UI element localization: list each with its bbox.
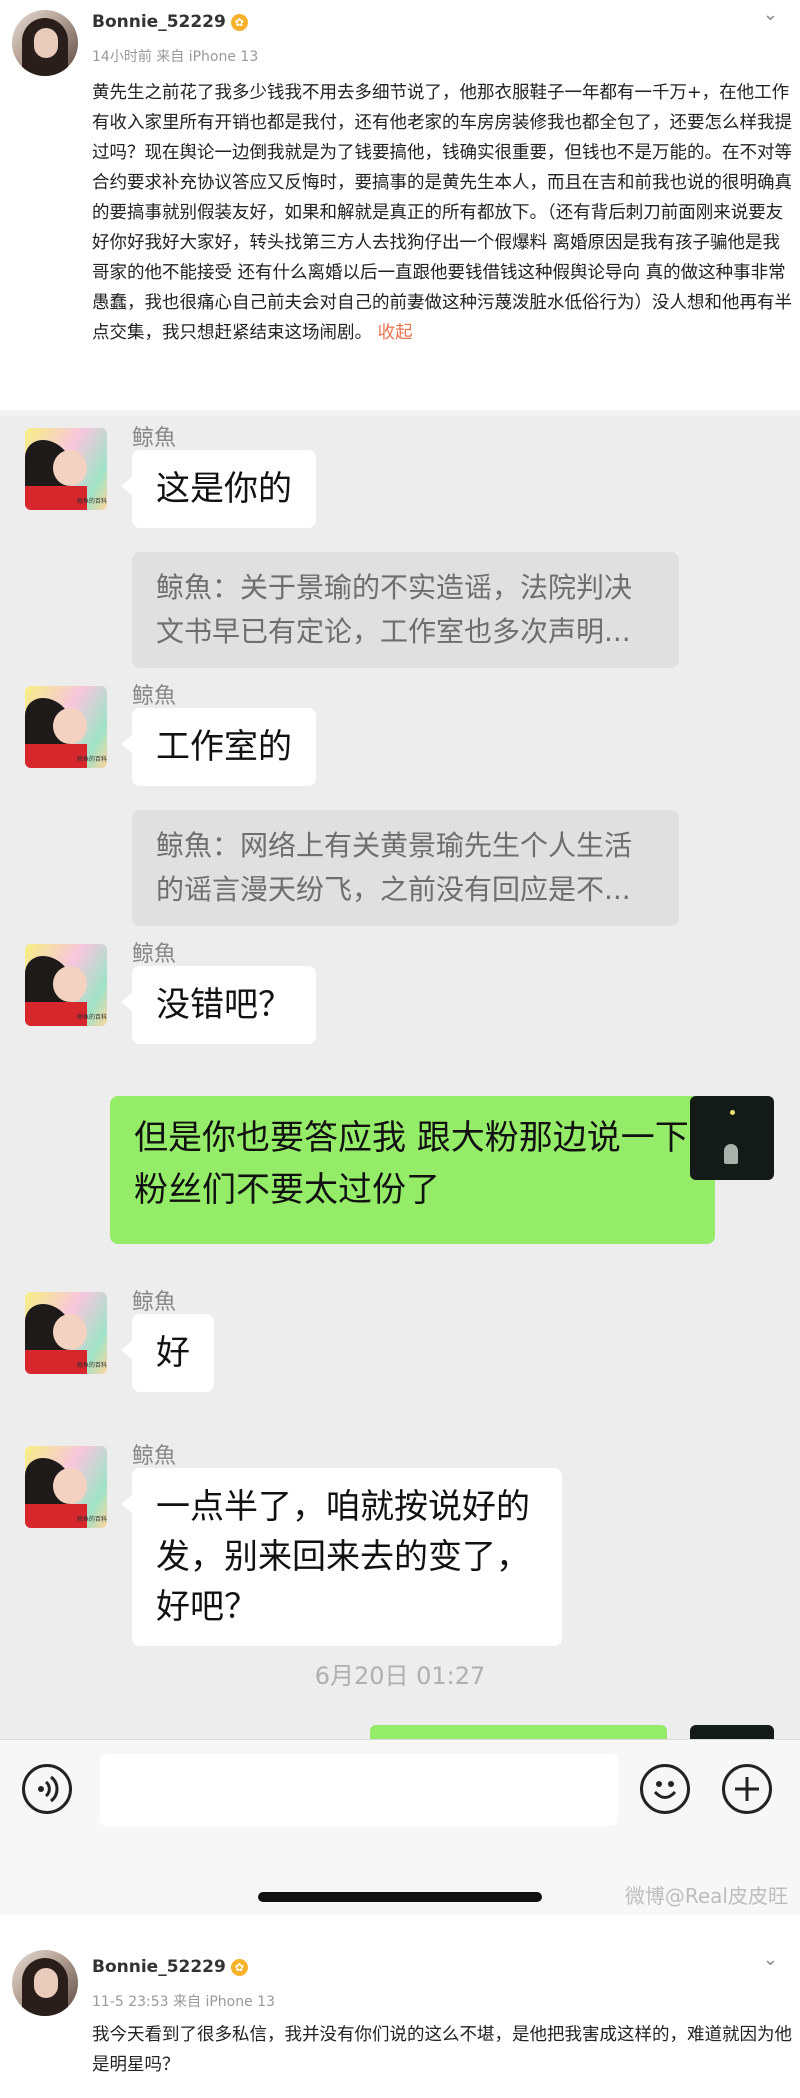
username-text[interactable]: Bonnie_52229 [92,12,226,32]
chat-screenshot: 鲸鱼的百科 鲸魚 这是你的 鲸魚：关于景瑜的不实造谣，法院判决文书早已有定论，工… [0,410,800,1915]
partial-avatar [690,1725,774,1739]
chevron-down-icon[interactable]: ⌄ [763,4,778,25]
username-text[interactable]: Bonnie_52229 [92,1957,226,1977]
watermark: 微博@Real皮皮旺 [624,1884,788,1908]
my-avatar[interactable] [690,1096,774,1180]
home-indicator[interactable] [258,1892,542,1902]
collapse-link[interactable]: 收起 [378,323,413,343]
vip-badge-icon: ✿ [230,14,248,31]
avatar-caption: 鲸鱼的百科 [77,756,107,763]
chat-input-bar [0,1739,800,1840]
contact-avatar[interactable]: 鲸鱼的百科 [25,686,107,768]
avatar-caption: 鲸鱼的百科 [77,1362,107,1369]
avatar-caption: 鲸鱼的百科 [77,498,107,505]
message-bubble[interactable]: 没错吧？ [121,966,316,1044]
username[interactable]: Bonnie_52229 ✿ [92,12,248,32]
chat-timestamp: 6月20日 01:27 [314,1662,486,1690]
voice-icon[interactable] [22,1764,72,1814]
message-input[interactable] [100,1754,618,1826]
sender-name: 鲸魚 [132,684,177,709]
sender-name: 鲸魚 [132,1290,177,1315]
quoted-message[interactable]: 鲸魚：关于景瑜的不实造谣，法院判决文书早已有定论，工作室也多次声明... [132,552,679,668]
message-bubble[interactable]: 好 [121,1314,214,1392]
user-avatar[interactable] [12,1950,78,2016]
username[interactable]: Bonnie_52229 ✿ [92,1957,248,1977]
avatar-caption: 鲸鱼的百科 [77,1516,107,1523]
contact-avatar[interactable]: 鲸鱼的百科 [25,944,107,1026]
user-avatar[interactable] [12,10,78,76]
vip-badge-icon: ✿ [230,1959,248,1976]
message-bubble[interactable]: 工作室的 [121,708,316,786]
plus-icon-glyph [735,1777,759,1801]
sender-name: 鲸魚 [132,942,177,967]
plus-icon[interactable] [722,1764,772,1814]
emoji-icon[interactable] [640,1764,690,1814]
post-body: 黄先生之前花了我多少钱我不用去多细节说了，他那衣服鞋子一年都有一千万+，在他工作… [92,78,792,348]
message-bubble[interactable]: 一点半了，咱就按说好的发，别来回来去的变了，好吧？ [121,1468,562,1646]
post-meta: 14小时前 来自 iPhone 13 [92,49,259,65]
message-bubble[interactable]: 这是你的 [121,450,316,528]
post-meta: 11-5 23:53 来自 iPhone 13 [92,1994,275,2010]
sender-name: 鲸魚 [132,426,177,451]
post-body-text: 黄先生之前花了我多少钱我不用去多细节说了，他那衣服鞋子一年都有一千万+，在他工作… [92,83,792,343]
sender-name: 鲸魚 [132,1444,177,1469]
my-message-bubble[interactable]: 但是你也要答应我 跟大粉那边说一下粉丝们不要太过份了 [110,1096,726,1244]
divider [0,410,800,416]
weibo-post: Bonnie_52229 ✿ 14小时前 来自 iPhone 13 ⌄ 黄先生之前… [0,0,800,410]
contact-avatar[interactable]: 鲸鱼的百科 [25,1446,107,1528]
contact-avatar[interactable]: 鲸鱼的百科 [25,1292,107,1374]
avatar-caption: 鲸鱼的百科 [77,1014,107,1021]
voice-icon-glyph [38,1775,59,1803]
emoji-icon-glyph [653,1781,677,1799]
post-body: 我今天看到了很多私信，我并没有你们说的这么不堪，是他把我害成这样的，难道就因为他… [92,2025,792,2075]
partial-message-bubble [370,1725,667,1739]
contact-avatar[interactable]: 鲸鱼的百科 [25,428,107,510]
weibo-post: Bonnie_52229 ✿ 11-5 23:53 来自 iPhone 13 ⌄ … [0,1915,800,2098]
quoted-message[interactable]: 鲸魚：网络上有关黄景瑜先生个人生活的谣言漫天纷飞，之前没有回应是不... [132,810,679,926]
chevron-down-icon[interactable]: ⌄ [763,1949,778,1970]
